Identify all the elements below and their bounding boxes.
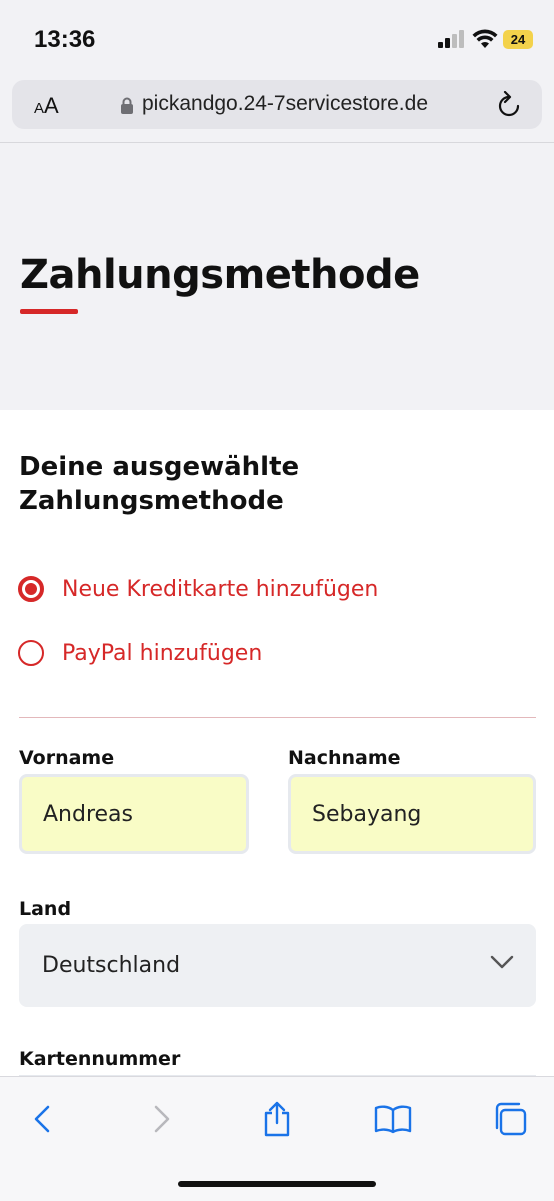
text-size-small-label: A [34, 100, 45, 117]
back-icon [34, 1105, 50, 1133]
bookmarks-button[interactable] [371, 1097, 415, 1141]
address-bar-divider [0, 142, 554, 143]
address-bar[interactable]: AA pickandgo.24-7servicestore.de [12, 80, 542, 129]
battery-icon: 24 [503, 30, 533, 49]
back-button[interactable] [20, 1097, 64, 1141]
option-label: Neue Kreditkarte hinzufügen [62, 576, 379, 602]
last-name-field[interactable]: Sebayang [288, 774, 536, 854]
radio-new-credit-card[interactable] [18, 576, 44, 602]
country-select[interactable]: Deutschland [19, 924, 536, 1007]
reload-icon[interactable] [496, 91, 522, 119]
payment-card: Deine ausgewählte Zahlungsmethode Neue K… [0, 410, 554, 1080]
title-underline [20, 309, 78, 314]
bookmarks-icon [374, 1105, 412, 1134]
status-bar: 13:36 24 [0, 0, 554, 80]
lock-icon [121, 97, 133, 114]
battery-level: 24 [510, 32, 526, 47]
divider [19, 717, 536, 718]
home-indicator [178, 1181, 376, 1187]
option-label: PayPal hinzufügen [62, 640, 263, 666]
share-icon [264, 1101, 290, 1137]
chevron-down-icon [490, 955, 514, 969]
cellular-signal-icon [438, 30, 466, 48]
forward-button[interactable] [140, 1097, 184, 1141]
text-size-button[interactable]: AA [34, 93, 59, 119]
tabs-button[interactable] [488, 1097, 532, 1141]
card-number-label: Kartennummer [19, 1048, 181, 1070]
radio-paypal[interactable] [18, 640, 44, 666]
option-new-credit-card[interactable]: Neue Kreditkarte hinzufügen [18, 573, 378, 605]
tabs-icon [495, 1102, 527, 1136]
country-label: Land [19, 898, 72, 920]
page-title: Zahlungsmethode [20, 252, 420, 298]
country-value: Deutschland [42, 953, 181, 978]
first-name-label: Vorname [19, 747, 115, 769]
forward-icon [154, 1105, 170, 1133]
first-name-field[interactable]: Andreas [19, 774, 249, 854]
option-paypal[interactable]: PayPal hinzufügen [18, 637, 262, 669]
wifi-icon [472, 29, 498, 48]
share-button[interactable] [255, 1097, 299, 1141]
text-size-large-label: A [44, 93, 59, 118]
status-time: 13:36 [34, 26, 96, 53]
section-title: Deine ausgewählte Zahlungsmethode [19, 452, 300, 516]
url-text: pickandgo.24-7servicestore.de [142, 92, 429, 115]
last-name-label: Nachname [288, 747, 401, 769]
